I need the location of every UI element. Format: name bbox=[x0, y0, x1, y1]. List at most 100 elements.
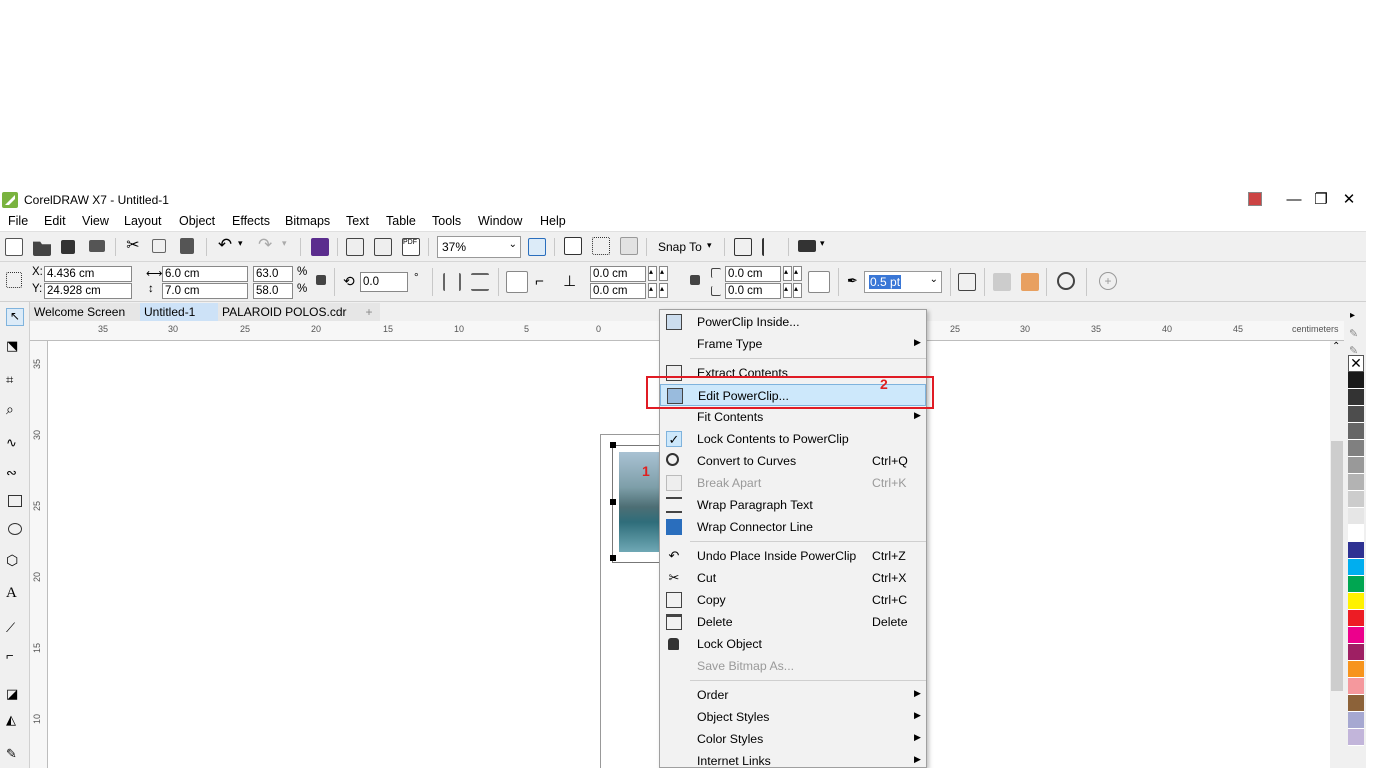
search-content-icon[interactable] bbox=[311, 238, 329, 256]
menu-item-fit-contents[interactable]: Fit Contents ▶ bbox=[660, 406, 926, 428]
crop-tool-icon[interactable]: ⌗ bbox=[6, 372, 24, 390]
menu-bitmaps[interactable]: Bitmaps bbox=[285, 214, 330, 228]
launcher-dropdown-icon[interactable]: ▾ bbox=[820, 238, 838, 256]
menu-window[interactable]: Window bbox=[478, 214, 522, 228]
open-icon[interactable] bbox=[33, 241, 51, 256]
color-swatch[interactable] bbox=[1348, 695, 1364, 712]
snap-to-dropdown-icon[interactable]: ▾ bbox=[707, 240, 712, 251]
rotation-field[interactable]: 0.0 bbox=[360, 272, 408, 292]
menu-file[interactable]: File bbox=[8, 214, 28, 228]
welcome-screen-icon[interactable] bbox=[734, 238, 752, 256]
round-corner-icon[interactable] bbox=[506, 271, 528, 293]
relative-corner-scaling-icon[interactable] bbox=[808, 271, 830, 293]
artistic-media-icon[interactable]: ∾ bbox=[6, 465, 24, 483]
eyedropper-icon[interactable]: ✎ bbox=[1349, 327, 1358, 340]
zoom-tool-icon[interactable]: ⌕ bbox=[6, 401, 24, 419]
cut-icon[interactable]: ✂ bbox=[124, 237, 142, 255]
menu-item-order[interactable]: Order ▶ bbox=[660, 684, 926, 706]
menu-item-object-styles[interactable]: Object Styles ▶ bbox=[660, 706, 926, 728]
color-swatch[interactable] bbox=[1348, 491, 1364, 508]
scalloped-corner-icon[interactable]: ⌐ bbox=[535, 273, 553, 291]
spinner-icon[interactable]: ▴ bbox=[659, 266, 668, 281]
tab-welcome-screen[interactable]: Welcome Screen bbox=[30, 303, 140, 321]
pick-tool-icon[interactable]: ↖ bbox=[6, 308, 24, 326]
lock-corners-icon[interactable] bbox=[690, 275, 700, 285]
menu-item-lock-contents-to-powerclip[interactable]: ✓ Lock Contents to PowerClip bbox=[660, 428, 926, 450]
menu-item-cut[interactable]: ✂ Cut Ctrl+X bbox=[660, 567, 926, 589]
menu-item-wrap-connector-line[interactable]: Wrap Connector Line bbox=[660, 516, 926, 538]
no-color-swatch[interactable]: ✕ bbox=[1348, 355, 1364, 372]
new-tab-button[interactable]: + bbox=[358, 303, 380, 321]
menu-item-wrap-paragraph-text[interactable]: Wrap Paragraph Text bbox=[660, 494, 926, 516]
color-swatch[interactable] bbox=[1348, 508, 1364, 525]
lock-ratio-icon[interactable] bbox=[316, 275, 326, 285]
eyedropper-tool-icon[interactable]: ✎ bbox=[6, 746, 24, 764]
color-swatch[interactable] bbox=[1348, 559, 1364, 576]
show-grid-icon[interactable] bbox=[592, 237, 610, 255]
menu-item-save-bitmap-as[interactable]: Save Bitmap As... bbox=[660, 655, 926, 677]
polygon-tool-icon[interactable]: ⬡ bbox=[6, 552, 24, 570]
color-swatch[interactable] bbox=[1348, 678, 1364, 695]
menu-item-copy[interactable]: Copy Ctrl+C bbox=[660, 589, 926, 611]
print-icon[interactable] bbox=[89, 240, 105, 252]
full-screen-preview-icon[interactable] bbox=[528, 238, 546, 256]
to-front-icon[interactable] bbox=[993, 273, 1011, 291]
connector-tool-icon[interactable]: ⌐ bbox=[6, 648, 24, 666]
outline-width-combo[interactable]: 0.5 pt ⌄ bbox=[864, 271, 942, 293]
y-position-field[interactable]: 24.928 cm bbox=[44, 283, 132, 299]
parallel-dimension-icon[interactable]: ⟋ bbox=[6, 620, 24, 638]
width-field[interactable]: 6.0 cm bbox=[162, 266, 248, 282]
shape-tool-icon[interactable]: ⬔ bbox=[6, 338, 24, 356]
mirror-horizontal-icon[interactable] bbox=[443, 273, 461, 291]
spinner-icon[interactable]: ▴ bbox=[648, 283, 657, 298]
paste-icon[interactable] bbox=[180, 238, 194, 254]
tab-palaroid-polos[interactable]: PALAROID POLOS.cdr bbox=[218, 303, 358, 321]
scale-width-field[interactable]: 63.0 bbox=[253, 266, 293, 282]
restore-button[interactable]: ❐ bbox=[1307, 190, 1335, 210]
minimize-button[interactable]: — bbox=[1280, 190, 1308, 210]
save-icon[interactable] bbox=[61, 240, 75, 254]
menu-item-break-apart[interactable]: Break Apart Ctrl+K bbox=[660, 472, 926, 494]
spinner-icon[interactable]: ▴ bbox=[648, 266, 657, 281]
chamfered-corner-icon[interactable]: ⊥ bbox=[563, 273, 581, 291]
color-swatch[interactable] bbox=[1348, 406, 1364, 423]
menu-item-delete[interactable]: Delete Delete bbox=[660, 611, 926, 633]
menu-item-powerclip-inside[interactable]: PowerClip Inside... bbox=[660, 311, 926, 333]
color-swatch[interactable] bbox=[1348, 457, 1364, 474]
menu-layout[interactable]: Layout bbox=[124, 214, 162, 228]
export-icon[interactable] bbox=[374, 238, 392, 256]
drop-shadow-icon[interactable]: ◪ bbox=[6, 686, 24, 704]
redo-icon[interactable]: ↷ bbox=[258, 236, 276, 254]
color-swatch[interactable] bbox=[1348, 542, 1364, 559]
snap-to-label[interactable]: Snap To bbox=[658, 240, 702, 254]
color-swatch[interactable] bbox=[1348, 729, 1364, 746]
mirror-vertical-icon[interactable] bbox=[471, 273, 489, 291]
spinner-icon[interactable]: ▴ bbox=[783, 266, 792, 281]
show-guidelines-icon[interactable] bbox=[620, 237, 638, 255]
import-icon[interactable] bbox=[346, 238, 364, 256]
selection-handle[interactable] bbox=[610, 442, 616, 448]
height-field[interactable]: 7.0 cm bbox=[162, 283, 248, 299]
add-icon[interactable]: + bbox=[1099, 272, 1117, 290]
text-tool-icon[interactable]: A bbox=[6, 585, 24, 603]
corner-radius-bottom-right[interactable]: 0.0 cm bbox=[725, 283, 781, 299]
convert-to-curves-icon[interactable] bbox=[1057, 272, 1075, 290]
corner-radius-top-left[interactable]: 0.0 cm bbox=[590, 266, 646, 282]
copy-icon[interactable] bbox=[152, 239, 166, 253]
color-swatch[interactable] bbox=[1348, 712, 1364, 729]
freehand-tool-icon[interactable]: ∿ bbox=[6, 435, 24, 453]
publish-pdf-icon[interactable]: PDF bbox=[402, 238, 420, 256]
selection-handle[interactable] bbox=[610, 555, 616, 561]
color-swatch[interactable] bbox=[1348, 525, 1364, 542]
menu-item-undo-place-inside-powerclip[interactable]: ↶ Undo Place Inside PowerClip Ctrl+Z bbox=[660, 545, 926, 567]
menu-item-internet-links[interactable]: Internet Links ▶ bbox=[660, 750, 926, 768]
to-back-icon[interactable] bbox=[1021, 273, 1039, 291]
color-swatch[interactable] bbox=[1348, 610, 1364, 627]
transparency-tool-icon[interactable]: ◭ bbox=[6, 712, 24, 730]
color-swatch[interactable] bbox=[1348, 576, 1364, 593]
object-origin-icon[interactable] bbox=[6, 272, 22, 288]
menu-item-convert-to-curves[interactable]: Convert to Curves Ctrl+Q bbox=[660, 450, 926, 472]
show-rulers-icon[interactable] bbox=[564, 237, 582, 255]
ellipse-tool-icon[interactable] bbox=[8, 523, 22, 535]
close-button[interactable]: ✕ bbox=[1335, 190, 1363, 210]
